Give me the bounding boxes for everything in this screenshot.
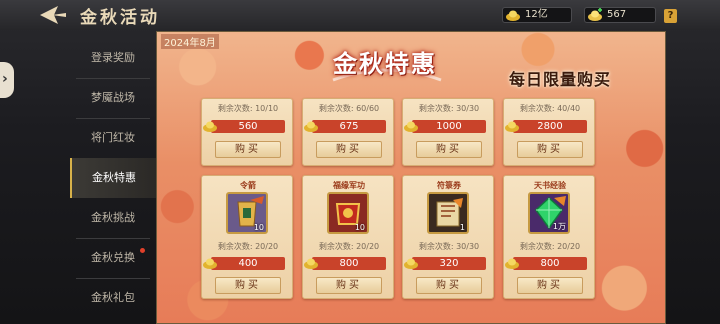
deal-card: 剩余次数: 60/60 675 购买 [302, 98, 394, 166]
buy-button[interactable]: 购买 [416, 277, 482, 294]
remaining-count: 剩余次数: 30/30 [418, 242, 480, 251]
price-tag: 800 [505, 257, 587, 270]
remaining-count: 剩余次数: 20/20 [519, 242, 581, 251]
gold-ingot-icon [304, 258, 318, 269]
banner-subtitle: 每日限量购买 [509, 70, 612, 89]
item-name: 福缘军功 [333, 181, 365, 190]
buy-button[interactable]: 购买 [517, 277, 583, 294]
item-slot[interactable]: 10 [226, 192, 268, 234]
deal-card: 剩余次数: 40/40 2800 购买 [503, 98, 595, 166]
deal-card: 剩余次数: 10/10 560 购买 [201, 98, 293, 166]
page-title: 金秋活动 [80, 8, 160, 28]
item-slot[interactable]: 1万 [528, 192, 570, 234]
buy-button[interactable]: 购买 [215, 277, 281, 294]
sidebar-item-login-reward[interactable]: 登录奖励 [70, 38, 156, 78]
gold-amount: 12亿 [525, 9, 548, 20]
deal-card: 符箓券 1 剩余次数: 30/30 320 购买 [402, 175, 494, 299]
sidebar-item-general-makeup[interactable]: 将门红妆 [70, 118, 156, 158]
sidebar-item-autumn-challenge[interactable]: 金秋挑战 [70, 198, 156, 238]
buy-button[interactable]: 购买 [517, 141, 583, 158]
collapse-tab[interactable]: › [0, 62, 14, 98]
gold-ingot-icon [505, 258, 519, 269]
remaining-count: 剩余次数: 20/20 [217, 242, 279, 251]
price-tag: 320 [404, 257, 486, 270]
remaining-count: 剩余次数: 20/20 [318, 242, 380, 251]
deal-card: 剩余次数: 30/30 1000 购买 [402, 98, 494, 166]
remaining-count: 剩余次数: 30/30 [418, 104, 480, 113]
price-tag: 800 [304, 257, 386, 270]
gold-ingot-icon [404, 121, 418, 132]
price-tag: 2800 [505, 120, 587, 133]
gold-counter: 12亿 [502, 7, 572, 23]
banner-title: 金秋特惠 [333, 49, 437, 78]
gold-ingot-icon [506, 10, 520, 21]
sidebar-item-autumn-gift-pack[interactable]: 金秋礼包 [70, 278, 156, 318]
gold-ingot-icon [304, 121, 318, 132]
item-slot[interactable]: 1 [427, 192, 469, 234]
notification-dot [140, 248, 145, 253]
game-screen: 金秋活动 12亿 567 ? › 登录奖励 梦魇战场 将门红妆 金秋特惠 金秋挑… [0, 0, 720, 324]
item-count: 10 [354, 223, 365, 232]
price-tag: 675 [304, 120, 386, 133]
gold-ingot-icon [203, 121, 217, 132]
ingot-amount: 567 [607, 9, 627, 20]
item-name: 天书经验 [534, 181, 566, 190]
chevron-right-icon: › [2, 71, 8, 87]
sidebar-item-autumn-exchange[interactable]: 金秋兑换 [70, 238, 156, 278]
buy-button[interactable]: 购买 [416, 141, 482, 158]
item-count: 1万 [552, 222, 566, 231]
deal-card: 天书经验 1万 剩余次数: 20/20 800 购买 [503, 175, 595, 299]
deal-card: 福缘军功 10 剩余次数: 20/20 800 购买 [302, 175, 394, 299]
gold-ingot-icon [203, 258, 217, 269]
remaining-count: 剩余次数: 10/10 [217, 104, 279, 113]
ingot-counter: 567 [584, 7, 656, 23]
sidebar-item-autumn-deals[interactable]: 金秋特惠 [70, 158, 156, 198]
event-date: 2024年8月 [161, 34, 219, 49]
gold-ingot-icon [505, 121, 519, 132]
remaining-count: 剩余次数: 60/60 [318, 104, 380, 113]
item-slot[interactable]: 10 [327, 192, 369, 234]
top-bar: 金秋活动 12亿 567 ? [0, 0, 720, 30]
deal-card: 令箭 10 剩余次数: 20/20 400 购买 [201, 175, 293, 299]
gold-ingot-icon [404, 258, 418, 269]
item-name: 令箭 [240, 181, 256, 190]
buy-button[interactable]: 购买 [215, 141, 281, 158]
item-name: 符箓券 [437, 181, 461, 190]
deals-panel: 2024年8月 金秋特惠 每日限量购买 剩余次数: 10/10 560 购买 剩… [156, 31, 666, 324]
sidebar-item-nightmare-battlefield[interactable]: 梦魇战场 [70, 78, 156, 118]
ingot-plus-icon[interactable] [587, 8, 603, 22]
buy-button[interactable]: 购买 [316, 141, 382, 158]
help-button[interactable]: ? [664, 9, 677, 23]
price-tag: 400 [203, 257, 285, 270]
price-tag: 560 [203, 120, 285, 133]
item-count: 10 [253, 223, 264, 232]
price-tag: 1000 [404, 120, 486, 133]
item-count: 1 [459, 223, 465, 232]
back-arrow-icon[interactable] [36, 4, 68, 26]
remaining-count: 剩余次数: 40/40 [519, 104, 581, 113]
buy-button[interactable]: 购买 [316, 277, 382, 294]
